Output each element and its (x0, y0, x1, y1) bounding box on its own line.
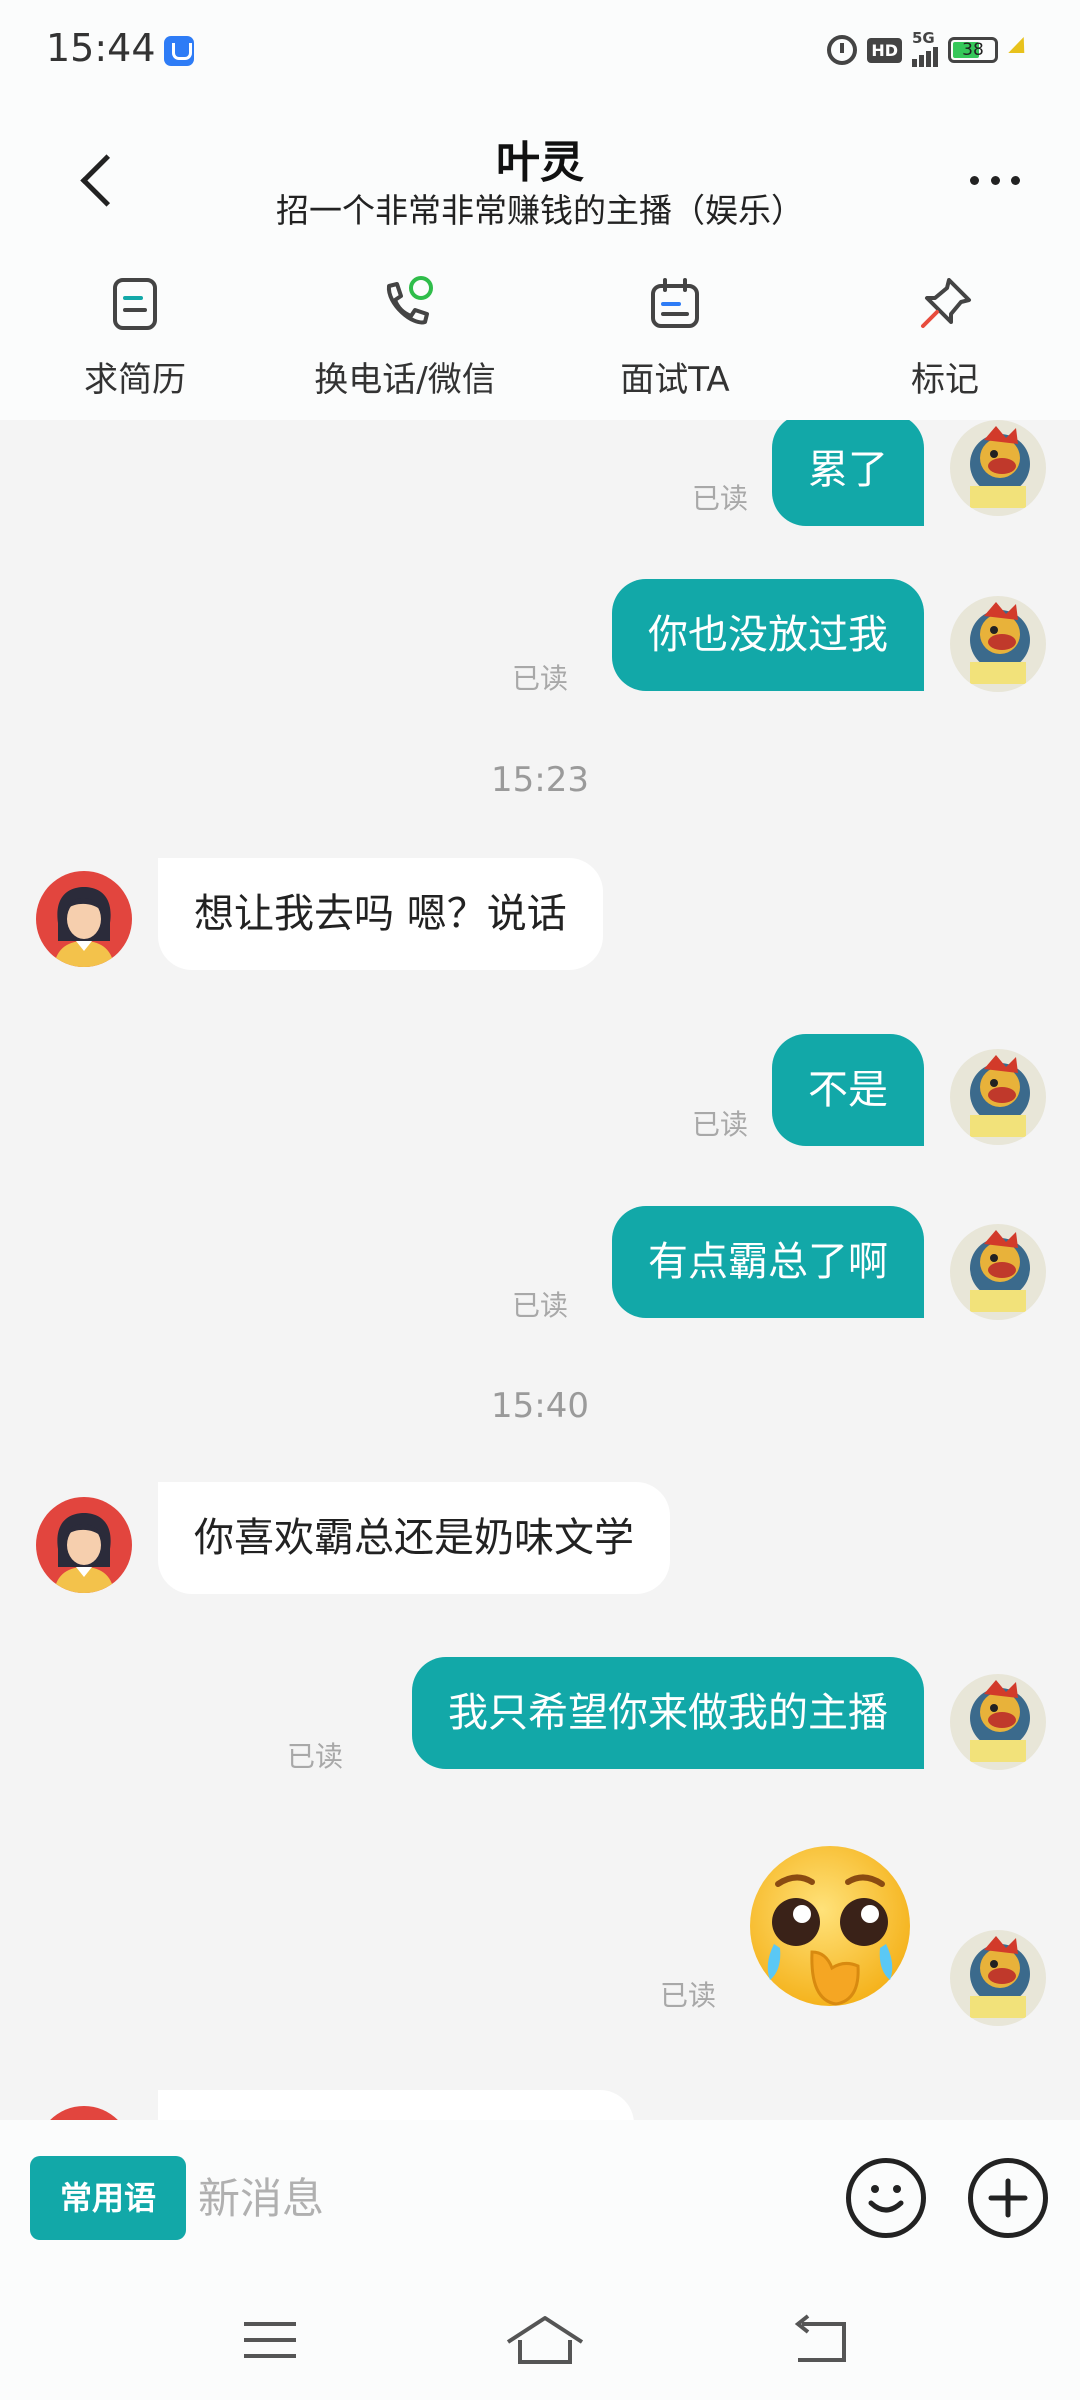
battery-icon: 38 (948, 37, 998, 63)
message-bubble-sent[interactable]: 有点霸总了啊 (612, 1206, 924, 1318)
exchange-contact-button[interactable]: 换电话/微信 (285, 270, 525, 420)
battery-level: 38 (962, 40, 984, 60)
status-bar: 15:44 HD 5G 38 (0, 0, 1080, 100)
status-icons: HD 5G 38 (827, 29, 1030, 70)
interview-button[interactable]: 面试TA (555, 270, 795, 420)
notification-app-icon (164, 36, 194, 66)
avatar[interactable] (950, 1049, 1046, 1145)
avatar[interactable] (36, 1497, 132, 1593)
my-avatar-image (950, 1224, 1046, 1320)
avatar[interactable] (950, 1674, 1046, 1770)
my-avatar-image (950, 596, 1046, 692)
more-actions-button[interactable] (968, 2158, 1048, 2238)
message-bubble-sent[interactable]: 累了 (772, 420, 924, 526)
avatar[interactable] (950, 596, 1046, 692)
menu-icon[interactable] (230, 2310, 310, 2370)
avatar[interactable] (36, 2106, 132, 2120)
my-avatar-image (950, 1930, 1046, 2026)
message-bubble-sent[interactable]: 不是 (772, 1034, 924, 1146)
back-nav-icon[interactable] (784, 2310, 864, 2370)
read-receipt: 已读 (287, 1740, 344, 1773)
calendar-icon (651, 278, 699, 328)
home-icon[interactable] (500, 2310, 590, 2370)
smiley-icon (868, 2185, 904, 2213)
common-phrases-button[interactable]: 常用语 (30, 2156, 186, 2240)
phone-wechat-icon (386, 276, 433, 325)
contact-avatar-image (36, 1497, 132, 1593)
my-avatar-image (950, 420, 1046, 516)
read-receipt: 已读 (692, 482, 749, 515)
read-receipt: 已读 (512, 1289, 569, 1322)
job-title: 招一个非常非常赚钱的主播（娱乐） (276, 191, 804, 230)
signal-icon: 5G (912, 29, 938, 67)
message-input[interactable] (198, 2156, 798, 2240)
read-receipt: 已读 (660, 1979, 717, 2012)
chat-header: 叶灵 招一个非常非常赚钱的主播（娱乐） 求简历 换电话/微信 面试TA 标记 (0, 100, 1080, 420)
more-button[interactable] (960, 160, 1030, 200)
status-time: 15:44 (46, 26, 156, 70)
mark-button[interactable]: 标记 (825, 270, 1065, 420)
message-bubble-sent[interactable]: 你也没放过我 (612, 579, 924, 691)
read-receipt: 已读 (512, 662, 569, 695)
avatar[interactable] (950, 1224, 1046, 1320)
message-bubble-received[interactable]: 想让我去吗 嗯？说话 (158, 858, 603, 970)
alarm-icon (827, 35, 858, 65)
message-bubble-received[interactable]: 你喜欢霸总还是奶味文学 (158, 1482, 670, 1594)
action-bar: 求简历 换电话/微信 面试TA 标记 (0, 270, 1080, 420)
avatar[interactable] (950, 420, 1046, 516)
system-nav-bar (0, 2280, 1080, 2400)
pin-icon (921, 278, 971, 328)
chat-title: 叶灵 (496, 137, 584, 188)
time-separator: 15:40 (491, 1386, 589, 1426)
plus-icon (988, 2178, 1028, 2218)
my-avatar-image (950, 1049, 1046, 1145)
input-bar: 常用语 (0, 2120, 1080, 2280)
action-label: 标记 (911, 360, 979, 400)
message-list[interactable]: 已读 累了 已读 你也没放过我 15:23 想让我去吗 嗯？说话 已读 不是 已… (0, 420, 1080, 2120)
resume-icon (113, 278, 157, 330)
network-type: 5G (912, 29, 935, 47)
charging-icon (1008, 35, 1030, 65)
action-label: 换电话/微信 (314, 360, 496, 400)
contact-avatar-image (36, 871, 132, 967)
contact-avatar-image (36, 2106, 132, 2120)
message-bubble-received[interactable] (158, 2090, 634, 2120)
read-receipt: 已读 (692, 1108, 749, 1141)
action-label: 面试TA (620, 360, 730, 400)
action-label: 求简历 (84, 360, 186, 400)
time-separator: 15:23 (491, 760, 589, 800)
emoji-button[interactable] (846, 2158, 926, 2238)
message-bubble-sent[interactable]: 我只希望你来做我的主播 (412, 1657, 924, 1769)
request-resume-button[interactable]: 求简历 (15, 270, 255, 420)
avatar[interactable] (36, 871, 132, 967)
avatar[interactable] (950, 1930, 1046, 2026)
crying-face-emoji[interactable] (740, 1840, 920, 2020)
my-avatar-image (950, 1674, 1046, 1770)
hd-badge: HD (867, 37, 902, 63)
